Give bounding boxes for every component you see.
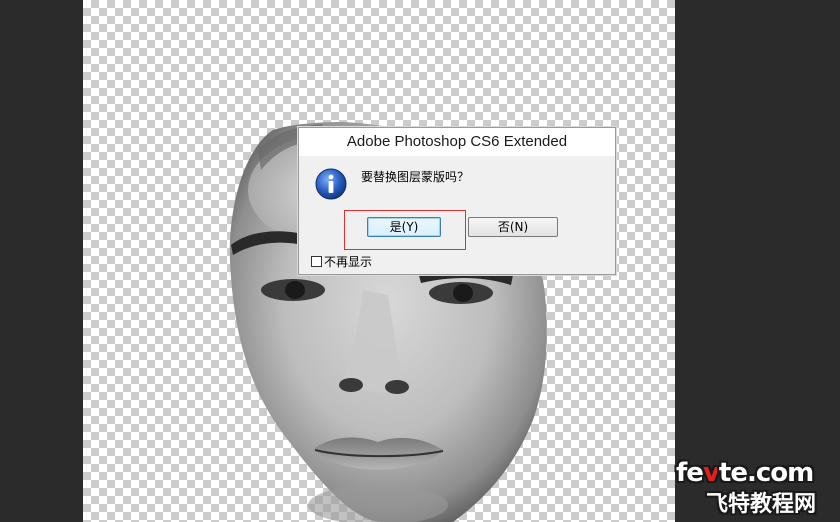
yes-button-highlight [344,210,466,250]
watermark-domain-prefix: fe [676,458,704,488]
info-icon [315,168,347,200]
watermark-domain: fevte.com [676,458,814,488]
dialog-body: 要替换图层蒙版吗？ 是(Y) 否(N) 不再显示 [299,156,615,274]
site-watermark: fevte.com 飞特教程网 [676,458,836,518]
dialog-title: Adobe Photoshop CS6 Extended [299,128,615,156]
dont-show-again-checkbox[interactable] [311,256,322,267]
watermark-domain-suffix: te.com [718,458,814,488]
no-button[interactable]: 否(N) [468,217,558,237]
dont-show-again-label: 不再显示 [324,255,373,269]
watermark-domain-accent: v [702,458,720,488]
dont-show-again-row[interactable]: 不再显示 [311,253,372,270]
dialog-message: 要替换图层蒙版吗？ [361,170,470,184]
watermark-chinese-name: 飞特教程网 [706,492,817,517]
photoshop-workspace: Adobe Photoshop CS6 Extended 要替换图层蒙版吗？ 是… [0,0,840,522]
replace-mask-dialog: Adobe Photoshop CS6 Extended 要替换图层蒙版吗？ 是… [298,127,616,275]
